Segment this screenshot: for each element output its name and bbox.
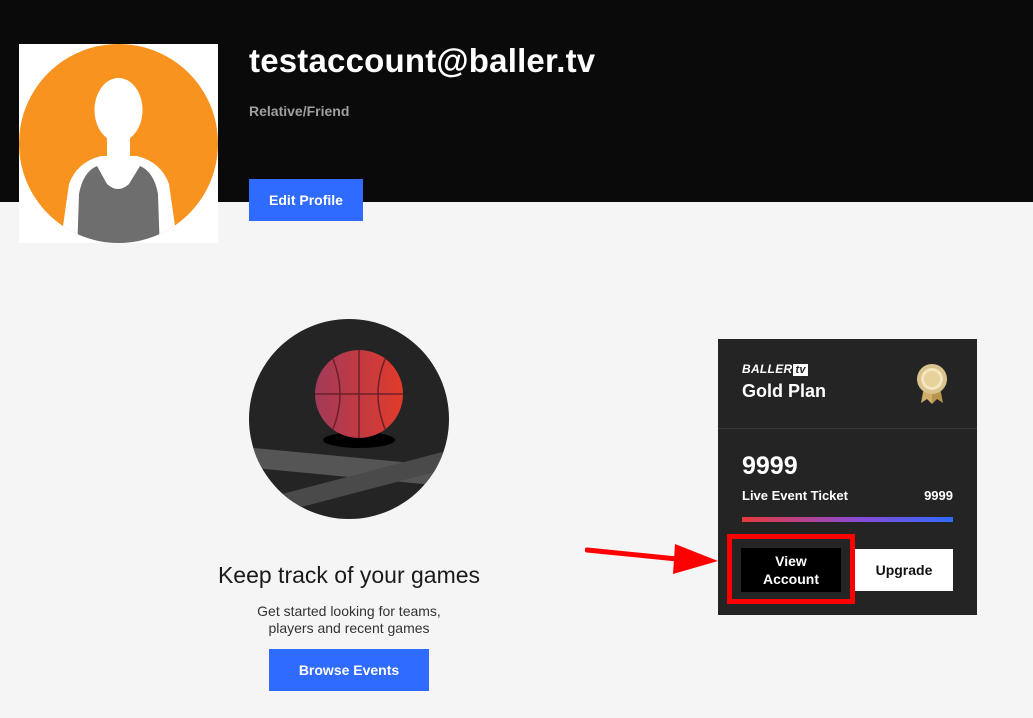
ticket-progress-fill bbox=[742, 517, 953, 522]
view-account-label-line2: Account bbox=[763, 571, 819, 587]
ticket-label: Live Event Ticket bbox=[742, 488, 848, 503]
ticket-count: 9999 bbox=[924, 488, 953, 503]
profile-role: Relative/Friend bbox=[249, 103, 350, 119]
brand-logo-tv: tv bbox=[793, 364, 808, 376]
empty-state-description-line2: players and recent games bbox=[268, 620, 430, 636]
plan-card-header: BALLER tv Gold Plan bbox=[718, 339, 977, 429]
empty-state-description-line1: Get started looking for teams, bbox=[257, 603, 441, 619]
profile-email: testaccount@baller.tv bbox=[249, 42, 596, 79]
gold-medal-icon bbox=[917, 364, 947, 404]
user-silhouette-icon bbox=[19, 44, 218, 243]
avatar bbox=[19, 44, 218, 243]
edit-profile-button[interactable]: Edit Profile bbox=[249, 179, 363, 221]
plan-name: Gold Plan bbox=[742, 381, 827, 401]
plan-balance: 9999 bbox=[742, 452, 798, 480]
view-account-label-line1: View bbox=[775, 553, 807, 569]
browse-events-button[interactable]: Browse Events bbox=[269, 649, 429, 691]
upgrade-button[interactable]: Upgrade bbox=[855, 549, 953, 591]
brand-logo-word: BALLER bbox=[742, 362, 793, 376]
brand-logo: BALLER tv bbox=[742, 362, 808, 376]
ticket-progress-bar bbox=[742, 517, 953, 522]
annotation-arrow-icon bbox=[585, 544, 718, 574]
empty-state-title: Keep track of your games bbox=[217, 562, 481, 588]
empty-state-description: Get started looking for teams, players a… bbox=[200, 603, 498, 637]
basketball-court-icon bbox=[249, 319, 449, 519]
view-account-button[interactable]: View Account bbox=[741, 548, 841, 592]
